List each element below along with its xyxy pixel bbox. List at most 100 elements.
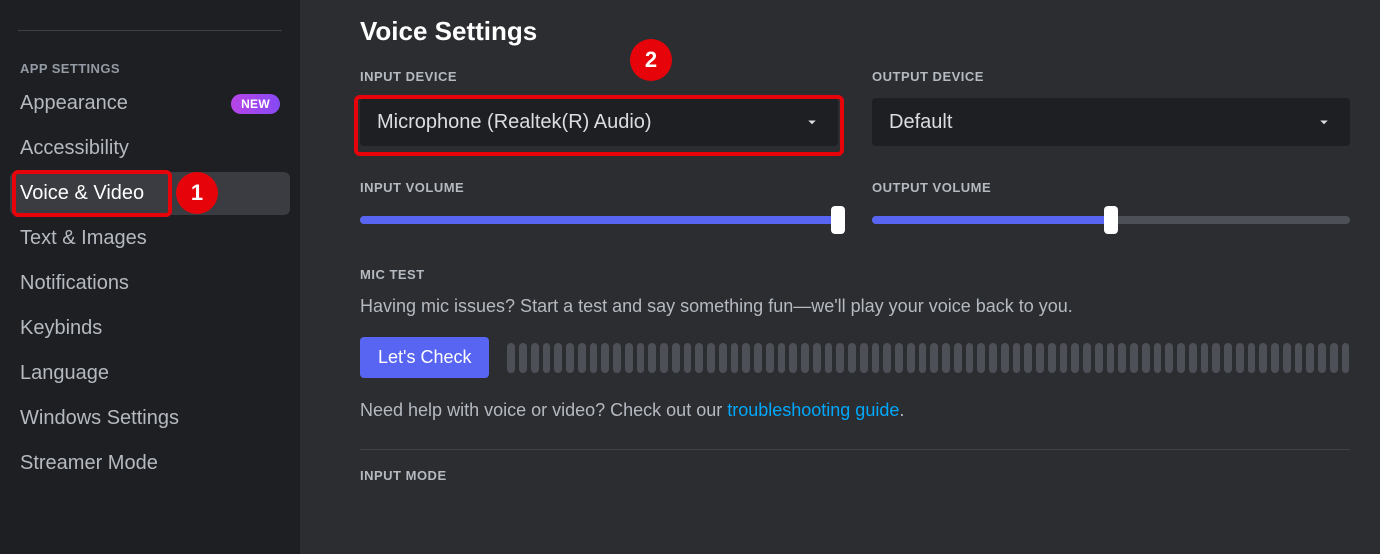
sidebar-item-label: Notifications	[20, 272, 280, 295]
troubleshooting-link[interactable]: troubleshooting guide	[727, 400, 899, 420]
meter-bar	[860, 343, 868, 373]
sidebar-item-language[interactable]: Language	[10, 352, 290, 395]
sidebar-item-voice-video[interactable]: Voice & Video 1	[10, 172, 290, 215]
help-text: Need help with voice or video? Check out…	[360, 400, 1350, 421]
meter-bar	[825, 343, 833, 373]
new-badge: NEW	[231, 94, 280, 114]
meter-bar	[919, 343, 927, 373]
meter-bar	[613, 343, 621, 373]
meter-bar	[966, 343, 974, 373]
sidebar-item-label: Appearance	[20, 92, 231, 115]
meter-bar	[954, 343, 962, 373]
mic-test-section: MIC TEST Having mic issues? Start a test…	[360, 267, 1350, 421]
sidebar-item-windows-settings[interactable]: Windows Settings	[10, 397, 290, 440]
output-device-label: OUTPUT DEVICE	[872, 69, 1350, 84]
meter-bar	[731, 343, 739, 373]
meter-bar	[1212, 343, 1220, 373]
meter-bar	[543, 343, 551, 373]
slider-fill	[872, 216, 1111, 224]
chevron-down-icon	[803, 113, 821, 131]
chevron-down-icon	[1315, 113, 1333, 131]
meter-bar	[578, 343, 586, 373]
meter-bar	[836, 343, 844, 373]
meter-bar	[1060, 343, 1068, 373]
meter-bar	[1024, 343, 1032, 373]
meter-bar	[766, 343, 774, 373]
sidebar-item-accessibility[interactable]: Accessibility	[10, 127, 290, 170]
meter-bar	[707, 343, 715, 373]
sidebar-item-keybinds[interactable]: Keybinds	[10, 307, 290, 350]
sidebar-section-header: APP SETTINGS	[10, 61, 290, 82]
meter-bar	[1306, 343, 1314, 373]
sidebar-item-streamer-mode[interactable]: Streamer Mode	[10, 442, 290, 485]
sidebar-item-label: Text & Images	[20, 227, 280, 250]
mic-level-meter	[507, 343, 1350, 373]
sidebar-item-text-images[interactable]: Text & Images	[10, 217, 290, 260]
help-prefix: Need help with voice or video? Check out…	[360, 400, 727, 420]
meter-bar	[672, 343, 680, 373]
meter-bar	[1013, 343, 1021, 373]
meter-bar	[1095, 343, 1103, 373]
input-device-select[interactable]: Microphone (Realtek(R) Audio)	[360, 98, 838, 146]
output-device-value: Default	[889, 111, 1315, 134]
input-device-label: INPUT DEVICE	[360, 69, 838, 84]
meter-bar	[977, 343, 985, 373]
output-device-select[interactable]: Default	[872, 98, 1350, 146]
sidebar-item-notifications[interactable]: Notifications	[10, 262, 290, 305]
output-volume-col: OUTPUT VOLUME	[872, 180, 1350, 231]
meter-bar	[989, 343, 997, 373]
meter-bar	[907, 343, 915, 373]
meter-bar	[883, 343, 891, 373]
meter-bar	[637, 343, 645, 373]
meter-bar	[872, 343, 880, 373]
output-volume-label: OUTPUT VOLUME	[872, 180, 1350, 195]
meter-bar	[1201, 343, 1209, 373]
meter-bar	[1342, 343, 1350, 373]
meter-bar	[1001, 343, 1009, 373]
meter-bar	[848, 343, 856, 373]
input-device-value: Microphone (Realtek(R) Audio)	[377, 111, 803, 134]
meter-bar	[1259, 343, 1267, 373]
meter-bar	[742, 343, 750, 373]
meter-bar	[695, 343, 703, 373]
meter-bar	[1130, 343, 1138, 373]
mic-test-description: Having mic issues? Start a test and say …	[360, 296, 1350, 317]
meter-bar	[1036, 343, 1044, 373]
meter-bar	[1177, 343, 1185, 373]
meter-bar	[625, 343, 633, 373]
meter-bar	[1083, 343, 1091, 373]
input-device-col: INPUT DEVICE Microphone (Realtek(R) Audi…	[360, 69, 838, 146]
slider-thumb[interactable]	[1104, 206, 1118, 234]
meter-bar	[778, 343, 786, 373]
sidebar-item-label: Streamer Mode	[20, 452, 280, 475]
section-divider	[360, 449, 1350, 450]
meter-bar	[895, 343, 903, 373]
output-device-col: OUTPUT DEVICE Default	[872, 69, 1350, 146]
meter-bar	[1236, 343, 1244, 373]
meter-bar	[1330, 343, 1338, 373]
slider-fill	[360, 216, 838, 224]
meter-bar	[648, 343, 656, 373]
meter-bar	[1295, 343, 1303, 373]
sidebar-item-label: Windows Settings	[20, 407, 280, 430]
sidebar-item-appearance[interactable]: Appearance NEW	[10, 82, 290, 125]
meter-bar	[1142, 343, 1150, 373]
sidebar-top-divider	[18, 30, 282, 31]
lets-check-button[interactable]: Let's Check	[360, 337, 489, 378]
meter-bar	[1071, 343, 1079, 373]
meter-bar	[1224, 343, 1232, 373]
sidebar-item-label: Voice & Video	[20, 182, 280, 205]
meter-bar	[1271, 343, 1279, 373]
meter-bar	[1248, 343, 1256, 373]
input-volume-slider[interactable]	[360, 209, 838, 231]
meter-bar	[531, 343, 539, 373]
meter-bar	[519, 343, 527, 373]
meter-bar	[601, 343, 609, 373]
slider-thumb[interactable]	[831, 206, 845, 234]
meter-bar	[1189, 343, 1197, 373]
meter-bar	[507, 343, 515, 373]
output-volume-slider[interactable]	[872, 209, 1350, 231]
sidebar: APP SETTINGS Appearance NEW Accessibilit…	[0, 0, 300, 554]
meter-bar	[930, 343, 938, 373]
meter-bar	[813, 343, 821, 373]
